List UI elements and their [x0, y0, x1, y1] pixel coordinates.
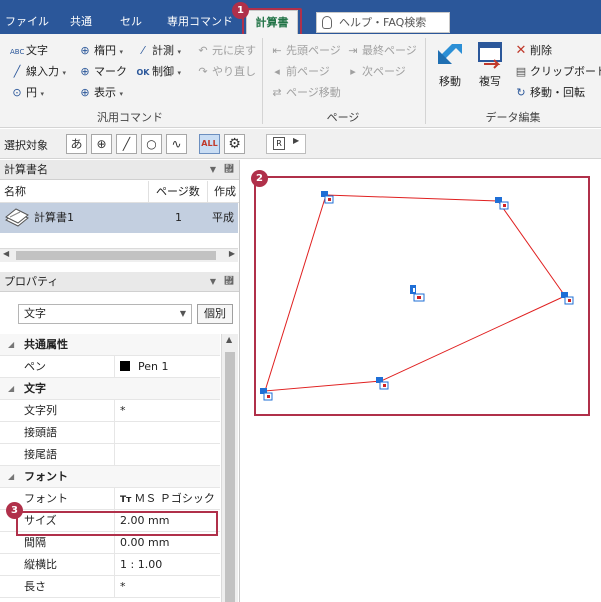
callout-badge-2: 2	[251, 170, 268, 187]
drawing-highlight-frame	[254, 176, 590, 416]
